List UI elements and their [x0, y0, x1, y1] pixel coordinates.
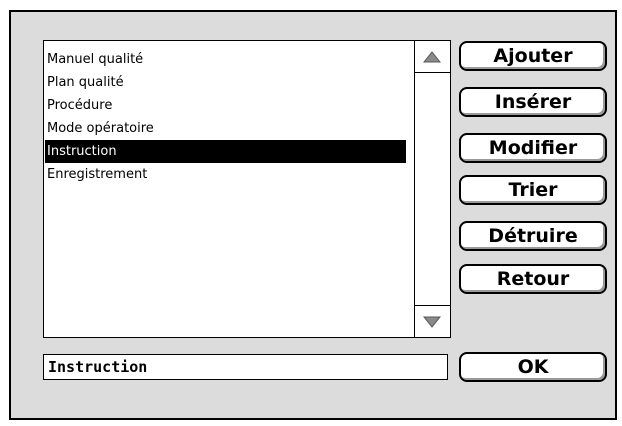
list-item[interactable]: Plan qualité — [45, 71, 406, 94]
list-items: Manuel qualité Plan qualité Procédure Mo… — [45, 48, 406, 186]
back-button[interactable]: Retour — [459, 264, 607, 294]
category-list[interactable]: Manuel qualité Plan qualité Procédure Mo… — [43, 40, 451, 338]
vertical-scrollbar[interactable] — [414, 41, 450, 337]
triangle-down-icon — [423, 316, 441, 328]
delete-button[interactable]: Détruire — [459, 221, 607, 251]
modify-button[interactable]: Modifier — [459, 133, 607, 163]
list-item[interactable]: Enregistrement — [45, 163, 406, 186]
name-field[interactable]: Instruction — [43, 354, 448, 380]
scroll-down-button[interactable] — [415, 305, 450, 337]
sort-button[interactable]: Trier — [459, 175, 607, 205]
list-item-selected[interactable]: Instruction — [45, 140, 406, 163]
ok-button[interactable]: OK — [459, 352, 607, 382]
dialog-window: Manuel qualité Plan qualité Procédure Mo… — [9, 10, 617, 420]
insert-button[interactable]: Insérer — [459, 87, 607, 117]
scroll-up-button[interactable] — [415, 41, 450, 73]
list-item[interactable]: Manuel qualité — [45, 48, 406, 71]
list-item[interactable]: Procédure — [45, 94, 406, 117]
list-item[interactable]: Mode opératoire — [45, 117, 406, 140]
add-button[interactable]: Ajouter — [459, 41, 607, 71]
triangle-up-icon — [423, 51, 441, 63]
